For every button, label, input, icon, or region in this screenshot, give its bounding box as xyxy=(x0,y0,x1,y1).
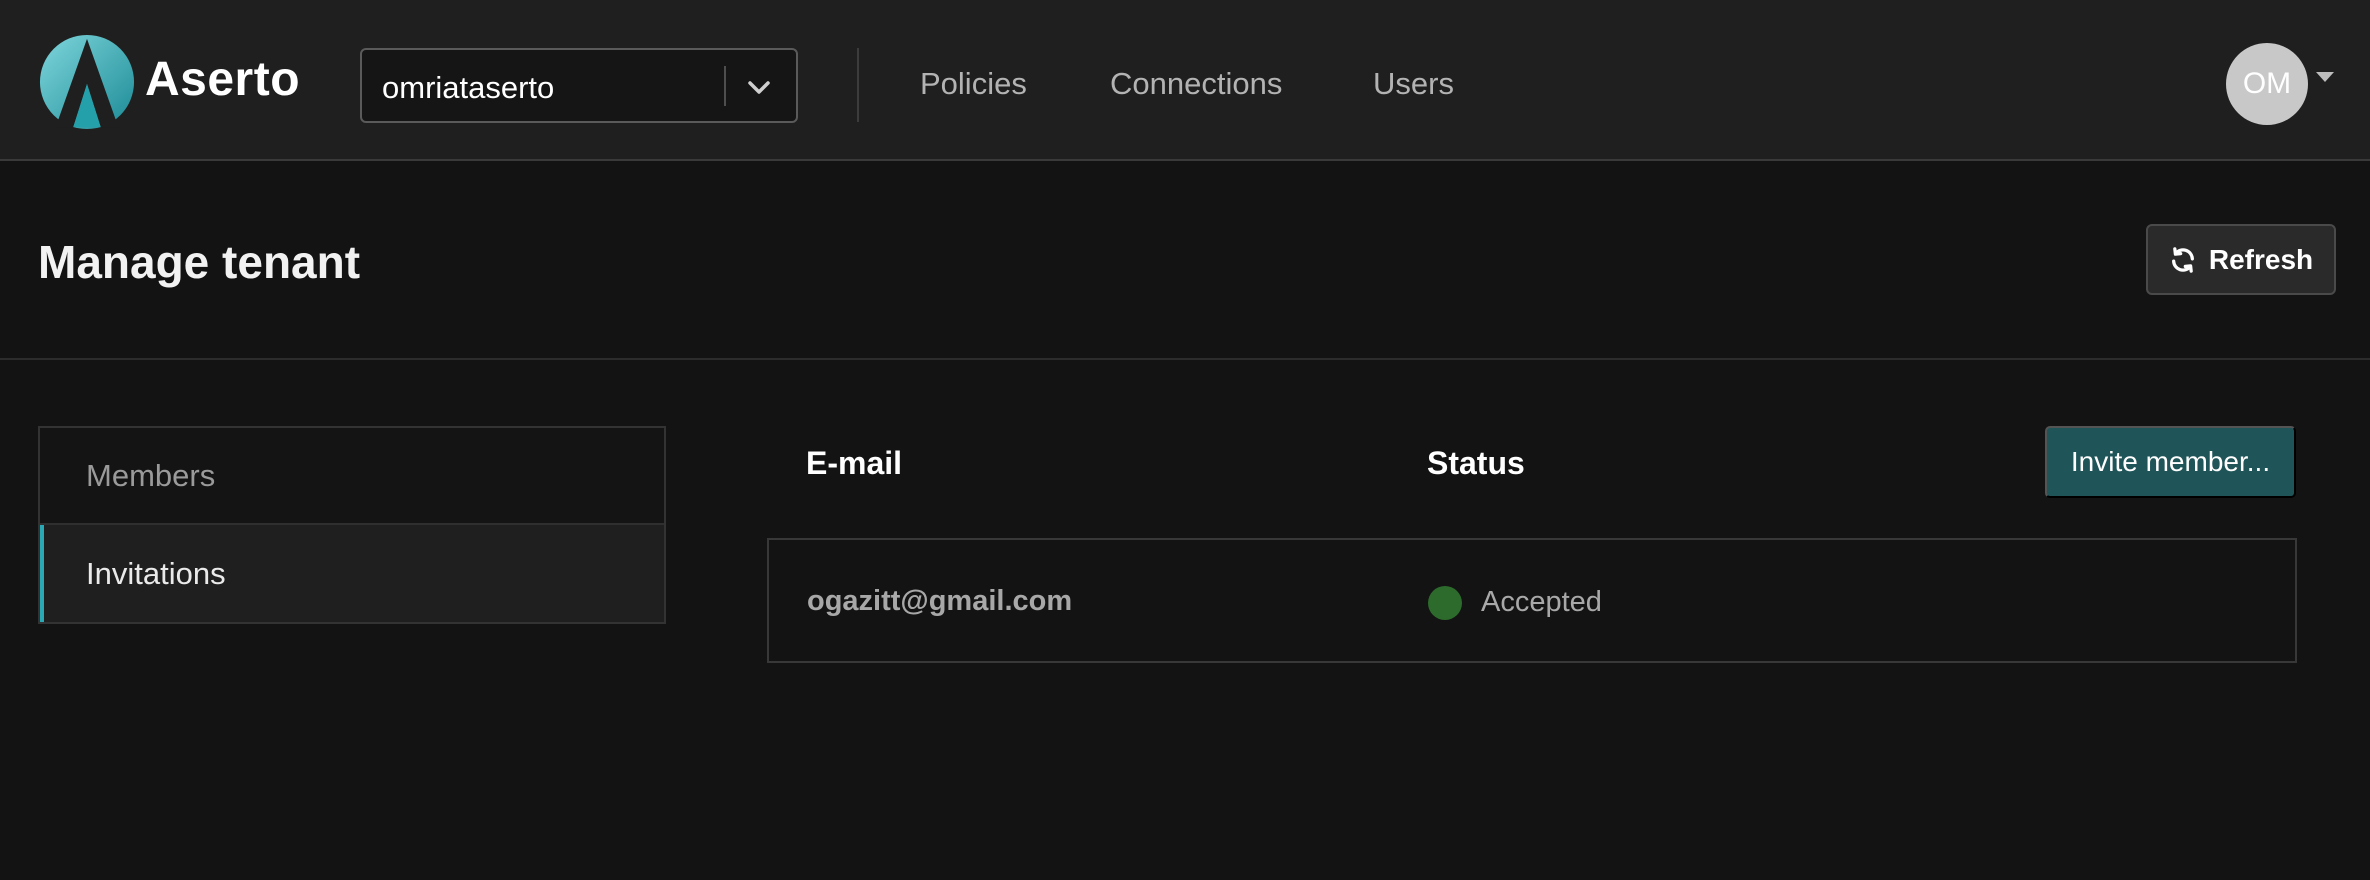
column-header-email: E-mail xyxy=(806,445,903,481)
column-header-status: Status xyxy=(1427,445,1525,481)
nav-divider xyxy=(857,48,859,122)
invite-member-button[interactable]: Invite member... xyxy=(2045,426,2296,498)
aserto-logo-icon[interactable] xyxy=(38,33,136,131)
row-email: ogazitt@gmail.com xyxy=(807,585,1073,617)
nav-link-users[interactable]: Users xyxy=(1373,66,1454,102)
user-avatar[interactable]: OM xyxy=(2226,43,2308,125)
table-row: ogazitt@gmail.com Accepted xyxy=(767,538,2297,663)
tenant-selected-value: omriataserto xyxy=(382,70,555,105)
tenant-select-separator xyxy=(724,66,726,106)
refresh-icon xyxy=(2171,246,2194,273)
caret-down-icon[interactable] xyxy=(2316,72,2334,82)
status-dot-icon xyxy=(1428,586,1462,620)
refresh-button-label: Refresh xyxy=(2208,243,2314,275)
top-navbar: Aserto omriataserto Policies Connections… xyxy=(0,0,2370,161)
side-item-members[interactable]: Members xyxy=(40,428,664,525)
nav-link-policies[interactable]: Policies xyxy=(920,66,1027,102)
tenant-side-menu: Members Invitations xyxy=(38,426,666,624)
row-status: Accepted xyxy=(1481,586,1602,618)
chevron-down-icon[interactable] xyxy=(744,72,774,102)
refresh-button[interactable]: Refresh xyxy=(2146,224,2336,295)
header-divider xyxy=(0,358,2370,360)
page-title: Manage tenant xyxy=(38,236,361,288)
nav-link-connections[interactable]: Connections xyxy=(1110,66,1282,102)
brand-name: Aserto xyxy=(145,53,301,106)
side-item-invitations[interactable]: Invitations xyxy=(40,525,664,622)
tenant-selector[interactable]: omriataserto xyxy=(360,48,798,123)
